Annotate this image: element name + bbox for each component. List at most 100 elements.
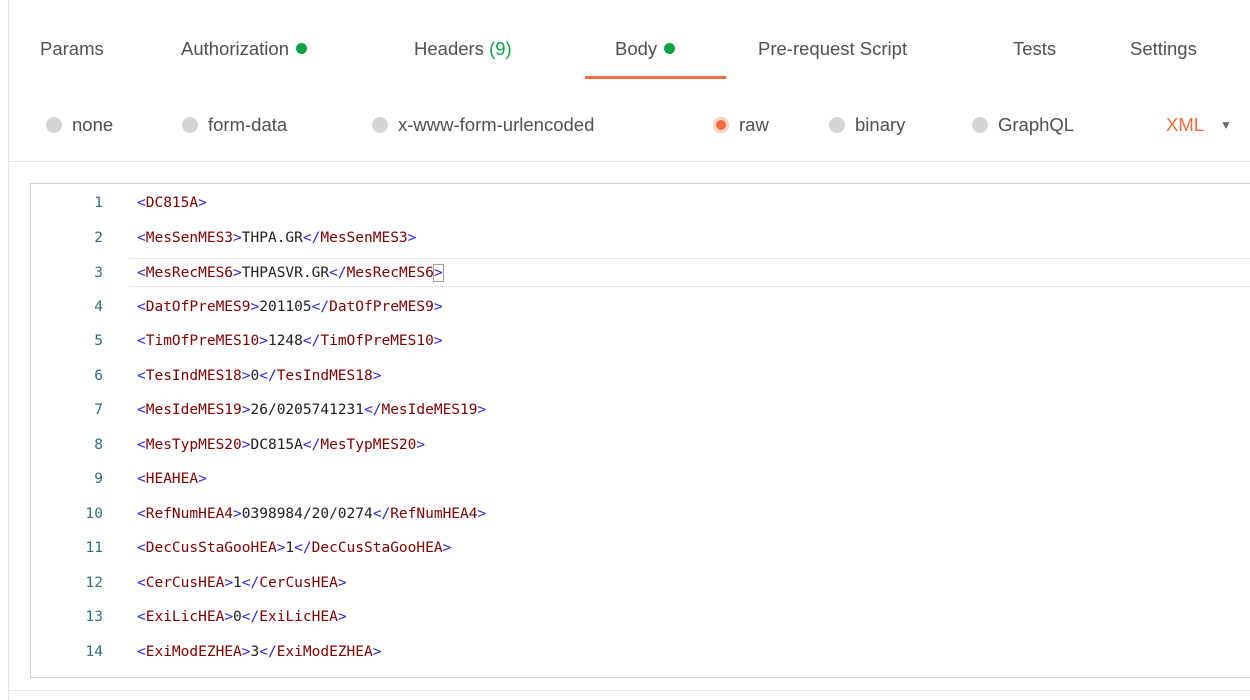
radio-button[interactable] [46,117,62,133]
tag-bracket: > [241,436,251,453]
code-content: <TimOfPreMES10>1248</TimOfPreMES10> [137,327,443,356]
modified-indicator-dot [295,42,307,54]
tag-bracket: < [137,265,146,281]
tag-bracket: > [224,574,234,591]
radio-button-selected[interactable] [713,117,729,133]
tab-authorization[interactable]: Authorization [181,38,307,68]
tab-params[interactable]: Params [40,38,104,68]
tag-bracket: </ [241,609,260,625]
line-number: 1 [94,195,103,211]
code-content: <TesIndMES18>0</TesIndMES18> [137,362,381,391]
code-line[interactable]: 9 <HEAHEA> [31,465,1250,494]
code-line[interactable]: 14 <ExiModEZHEA>3</ExiModEZHEA> [31,638,1250,667]
code-line[interactable]: 4 <DatOfPreMES9>201105</DatOfPreMES9> [31,293,1250,322]
code-content: <HEAHEA> [137,465,207,494]
xml-open-tag: ExiLicHEA [145,609,225,625]
xml-close-tag: DecCusStaGooHEA [311,540,443,556]
tag-bracket: > [241,402,251,418]
mode-raw[interactable]: raw [713,110,769,140]
tag-bracket: </ [311,298,330,315]
tag-bracket: </ [259,367,277,384]
mode-x-www-form-urlencoded[interactable]: x-www-form-urlencoded [372,110,594,140]
radio-button[interactable] [372,117,388,133]
code-line[interactable]: 13 <ExiLicHEA>0</ExiLicHEA> [31,603,1250,632]
code-editor[interactable]: 1 <DC815A> 2 <MesSenMES3>THPA.GR</MesSenMES… [30,183,1250,678]
panel-bottom-border [8,690,1250,691]
code-content: <DatOfPreMES9>201105</DatOfPreMES9> [137,293,443,322]
xml-close-tag: ExiLicHEA [259,609,338,625]
code-content: <MesRecMES6>THPASVR.GR</MesRecMES6> [137,259,444,288]
xml-text: 0 [250,367,260,384]
tag-bracket: > [433,298,443,315]
mode-binary[interactable]: binary [829,110,905,140]
tag-bracket: > [442,540,452,556]
tag-bracket: < [137,298,146,315]
tag-bracket: > [372,643,382,660]
code-line[interactable]: 10 <RefNumHEA4>0398984/20/0274</RefNumHEA… [31,500,1250,529]
code-line[interactable]: 7 <MesIdeMES19>26/0205741231</MesIdeMES19… [31,396,1250,425]
line-number: 8 [94,436,103,453]
xml-text: 0 [233,609,242,625]
xml-open-tag: DatOfPreMES9 [145,298,251,315]
code-line[interactable]: 1 <DC815A> [31,189,1250,218]
tab-label: Authorization [181,38,289,59]
tag-bracket: > [407,229,417,246]
tag-bracket: < [137,540,146,556]
line-number: 12 [85,574,103,591]
mode-graphql[interactable]: GraphQL [972,110,1074,140]
tag-bracket: > [241,367,251,384]
code-line[interactable]: 8 <MesTypMES20>DC815A</MesTypMES20> [31,431,1250,460]
mode-form-data[interactable]: form-data [182,110,287,140]
tag-bracket: > [259,333,268,349]
tab-label: Pre-request Script [758,38,908,59]
code-content: <DecCusStaGooHEA>1</DecCusStaGooHEA> [137,534,451,563]
section-divider [8,161,1250,162]
language-dropdown[interactable]: XML ▼ [1166,110,1232,140]
code-line[interactable]: 5 <TimOfPreMES10>1248</TimOfPreMES10> [31,327,1250,356]
xml-text: THPA.GR [241,229,303,246]
xml-open-tag: DC815A [145,195,199,211]
caret-down-icon: ▼ [1220,118,1232,132]
radio-button[interactable] [182,117,198,133]
line-number: 9 [94,471,103,487]
code-content: <RefNumHEA4>0398984/20/0274</RefNumHEA4> [137,500,486,529]
tag-bracket: > [337,574,347,591]
tag-bracket: > [416,436,426,453]
code-content: <MesTypMES20>DC815A</MesTypMES20> [137,431,425,460]
tab-pre-request-script[interactable]: Pre-request Script [758,38,907,68]
tag-bracket: > [198,195,207,211]
xml-open-tag: HEAHEA [145,471,199,487]
tag-bracket: < [137,436,146,453]
mode-label: binary [855,114,906,135]
xml-close-tag: ExiModEZHEA [276,643,373,660]
tag-bracket: </ [302,436,321,453]
headers-count: (9) [489,38,512,59]
tab-label: Settings [1130,38,1197,59]
mode-none[interactable]: none [46,110,113,140]
xml-open-tag: CerCusHEA [145,574,225,591]
code-line[interactable]: 3 <MesRecMES6>THPASVR.GR</MesRecMES6> [94,258,1250,288]
tab-settings[interactable]: Settings [1130,38,1197,68]
tag-bracket: </ [302,333,321,349]
tag-bracket: > [241,643,251,660]
tag-bracket: </ [364,402,382,418]
code-line[interactable]: 11 <DecCusStaGooHEA>1</DecCusStaGooHEA> [31,534,1250,563]
tab-body[interactable]: Body [615,38,676,68]
radio-button[interactable] [972,117,988,133]
tag-bracket: < [137,402,146,418]
language-label: XML [1166,114,1205,135]
code-line[interactable]: 12 <CerCusHEA>1</CerCusHEA> [31,569,1250,598]
tab-tests[interactable]: Tests [1013,38,1056,68]
tag-bracket: > [337,609,347,625]
code-line[interactable]: 6 <TesIndMES18>0</TesIndMES18> [31,362,1250,391]
code-line[interactable]: 2 <MesSenMES3>THPA.GR</MesSenMES3> [31,224,1250,253]
xml-text: 1 [233,574,242,591]
line-number: 2 [94,229,103,246]
code-content: <MesSenMES3>THPA.GR</MesSenMES3> [137,224,416,253]
tag-bracket: > [233,505,242,522]
code-content: <ExiModEZHEA>3</ExiModEZHEA> [137,638,381,667]
radio-button[interactable] [829,117,845,133]
tag-bracket: < [137,333,146,349]
modified-indicator-dot [664,42,676,54]
tab-headers[interactable]: Headers (9) [414,38,512,68]
